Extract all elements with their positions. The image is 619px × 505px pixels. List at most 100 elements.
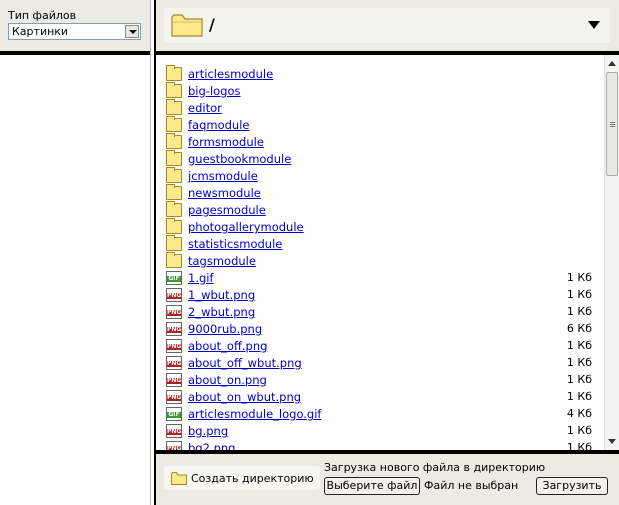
file-name-link[interactable]: bg2.png bbox=[188, 441, 235, 450]
png-file-icon: PNG bbox=[166, 441, 182, 450]
folder-icon bbox=[166, 82, 182, 98]
file-size: 1 Кб bbox=[566, 424, 592, 437]
file-name-link[interactable]: jcmsmodule bbox=[188, 169, 258, 183]
file-name-link[interactable]: statisticsmodule bbox=[188, 237, 282, 251]
file-row[interactable]: PNG 1_wbut.png 1 Кб bbox=[166, 287, 594, 304]
folder-row[interactable]: jcmsmodule bbox=[166, 167, 594, 185]
scrollbar-thumb[interactable] bbox=[606, 72, 618, 176]
dropdown-arrow-icon[interactable] bbox=[125, 25, 139, 38]
folder-icon bbox=[171, 14, 203, 37]
bottom-divider bbox=[156, 450, 619, 454]
upload-label: Загрузка нового файла в директорию bbox=[324, 461, 546, 474]
file-name-link[interactable]: about_off_wbut.png bbox=[188, 356, 302, 370]
file-size: 1 Кб bbox=[566, 356, 592, 369]
folder-row[interactable]: faqmodule bbox=[166, 116, 594, 134]
file-type-selected: Картинки bbox=[12, 25, 69, 38]
file-name-link[interactable]: about_on_wbut.png bbox=[188, 390, 301, 404]
file-type-label: Тип файлов bbox=[8, 9, 77, 22]
file-name-link[interactable]: photogallerymodule bbox=[188, 220, 304, 234]
choose-file-button[interactable]: Выберите файл bbox=[324, 477, 420, 495]
gif-file-icon: GIF bbox=[166, 407, 182, 421]
file-name-link[interactable]: articlesmodule bbox=[188, 67, 273, 81]
file-name-link[interactable]: 2_wbut.png bbox=[188, 305, 255, 319]
file-name-link[interactable]: guestbookmodule bbox=[188, 152, 291, 166]
file-row[interactable]: PNG about_on_wbut.png 1 Кб bbox=[166, 389, 594, 406]
png-file-icon: PNG bbox=[166, 339, 182, 353]
file-row[interactable]: PNG bg.png 1 Кб bbox=[166, 423, 594, 440]
file-size: 1 Кб bbox=[566, 305, 592, 318]
file-name-link[interactable]: formsmodule bbox=[188, 135, 264, 149]
folder-icon bbox=[166, 65, 182, 81]
file-row[interactable]: PNG bg2.png 1 Кб bbox=[166, 440, 594, 450]
png-file-icon: PNG bbox=[166, 288, 182, 302]
folder-row[interactable]: statisticsmodule bbox=[166, 235, 594, 253]
folder-row[interactable]: big-logos bbox=[166, 82, 594, 100]
folder-row[interactable]: guestbookmodule bbox=[166, 150, 594, 168]
file-row[interactable]: PNG about_off.png 1 Кб bbox=[166, 338, 594, 355]
create-directory-label: Создать директорию bbox=[191, 472, 314, 485]
file-row[interactable]: PNG 2_wbut.png 1 Кб bbox=[166, 304, 594, 321]
png-file-icon: PNG bbox=[166, 424, 182, 438]
file-type-tag: PNG bbox=[167, 309, 182, 316]
file-name-link[interactable]: editor bbox=[188, 101, 222, 115]
file-size: 1 Кб bbox=[566, 373, 592, 386]
upload-button[interactable]: Загрузить bbox=[536, 477, 608, 495]
file-row[interactable]: GIF articlesmodule_logo.gif 4 Кб bbox=[166, 406, 594, 423]
scroll-up-icon[interactable] bbox=[608, 61, 616, 66]
folder-icon bbox=[166, 167, 182, 183]
png-file-icon: PNG bbox=[166, 322, 182, 336]
folder-icon bbox=[166, 184, 182, 200]
file-type-panel: Тип файлов Картинки bbox=[0, 0, 150, 51]
file-name-link[interactable]: about_off.png bbox=[188, 339, 267, 353]
file-type-tag: GIF bbox=[167, 411, 181, 418]
file-name-link[interactable]: bg.png bbox=[188, 424, 228, 438]
folder-icon bbox=[166, 133, 182, 149]
scrollbar[interactable] bbox=[604, 55, 619, 450]
file-name-link[interactable]: articlesmodule_logo.gif bbox=[188, 407, 321, 421]
file-size: 1 Кб bbox=[566, 339, 592, 352]
file-name-link[interactable]: faqmodule bbox=[188, 118, 250, 132]
file-row[interactable]: PNG about_off_wbut.png 1 Кб bbox=[166, 355, 594, 372]
folder-row[interactable]: newsmodule bbox=[166, 184, 594, 202]
folder-row[interactable]: pagesmodule bbox=[166, 201, 594, 219]
file-type-tag: PNG bbox=[167, 377, 182, 384]
file-name-link[interactable]: about_on.png bbox=[188, 373, 267, 387]
chevron-down-icon[interactable] bbox=[588, 21, 600, 29]
folder-row[interactable]: editor bbox=[166, 99, 594, 117]
file-name-link[interactable]: 1_wbut.png bbox=[188, 288, 255, 302]
folder-icon bbox=[166, 116, 182, 132]
file-type-tag: PNG bbox=[167, 394, 182, 401]
folder-icon bbox=[166, 201, 182, 217]
folder-row[interactable]: articlesmodule bbox=[166, 65, 594, 83]
left-divider bbox=[0, 51, 150, 55]
png-file-icon: PNG bbox=[166, 373, 182, 387]
file-name-link[interactable]: tagsmodule bbox=[188, 254, 256, 268]
left-panel: Тип файлов Картинки bbox=[0, 0, 150, 505]
file-name-link[interactable]: pagesmodule bbox=[188, 203, 266, 217]
file-size: 4 Кб bbox=[566, 407, 592, 420]
create-directory-button[interactable]: Создать директорию bbox=[164, 466, 320, 490]
file-type-tag: PNG bbox=[167, 343, 182, 350]
folder-row[interactable]: formsmodule bbox=[166, 133, 594, 151]
path-selector[interactable]: / bbox=[164, 8, 610, 43]
scroll-down-icon[interactable] bbox=[608, 439, 616, 444]
file-name-link[interactable]: 1.gif bbox=[188, 271, 214, 285]
folder-row[interactable]: photogallerymodule bbox=[166, 218, 594, 236]
gif-file-icon: GIF bbox=[166, 271, 182, 285]
file-row[interactable]: GIF 1.gif 1 Кб bbox=[166, 270, 594, 287]
file-size: 1 Кб bbox=[566, 288, 592, 301]
file-name-link[interactable]: newsmodule bbox=[188, 186, 261, 200]
folder-icon bbox=[171, 472, 187, 485]
file-size: 6 Кб bbox=[566, 322, 592, 335]
file-type-tag: PNG bbox=[167, 292, 182, 299]
folder-row[interactable]: tagsmodule bbox=[166, 252, 594, 270]
file-name-link[interactable]: 9000rub.png bbox=[188, 322, 262, 336]
file-type-select[interactable]: Картинки bbox=[8, 23, 141, 40]
current-path: / bbox=[209, 15, 215, 34]
file-name-link[interactable]: big-logos bbox=[188, 84, 241, 98]
file-type-tag: PNG bbox=[167, 326, 182, 333]
no-file-status: Файл не выбран bbox=[424, 479, 519, 492]
file-row[interactable]: PNG 9000rub.png 6 Кб bbox=[166, 321, 594, 338]
file-type-tag: GIF bbox=[167, 275, 181, 282]
file-row[interactable]: PNG about_on.png 1 Кб bbox=[166, 372, 594, 389]
